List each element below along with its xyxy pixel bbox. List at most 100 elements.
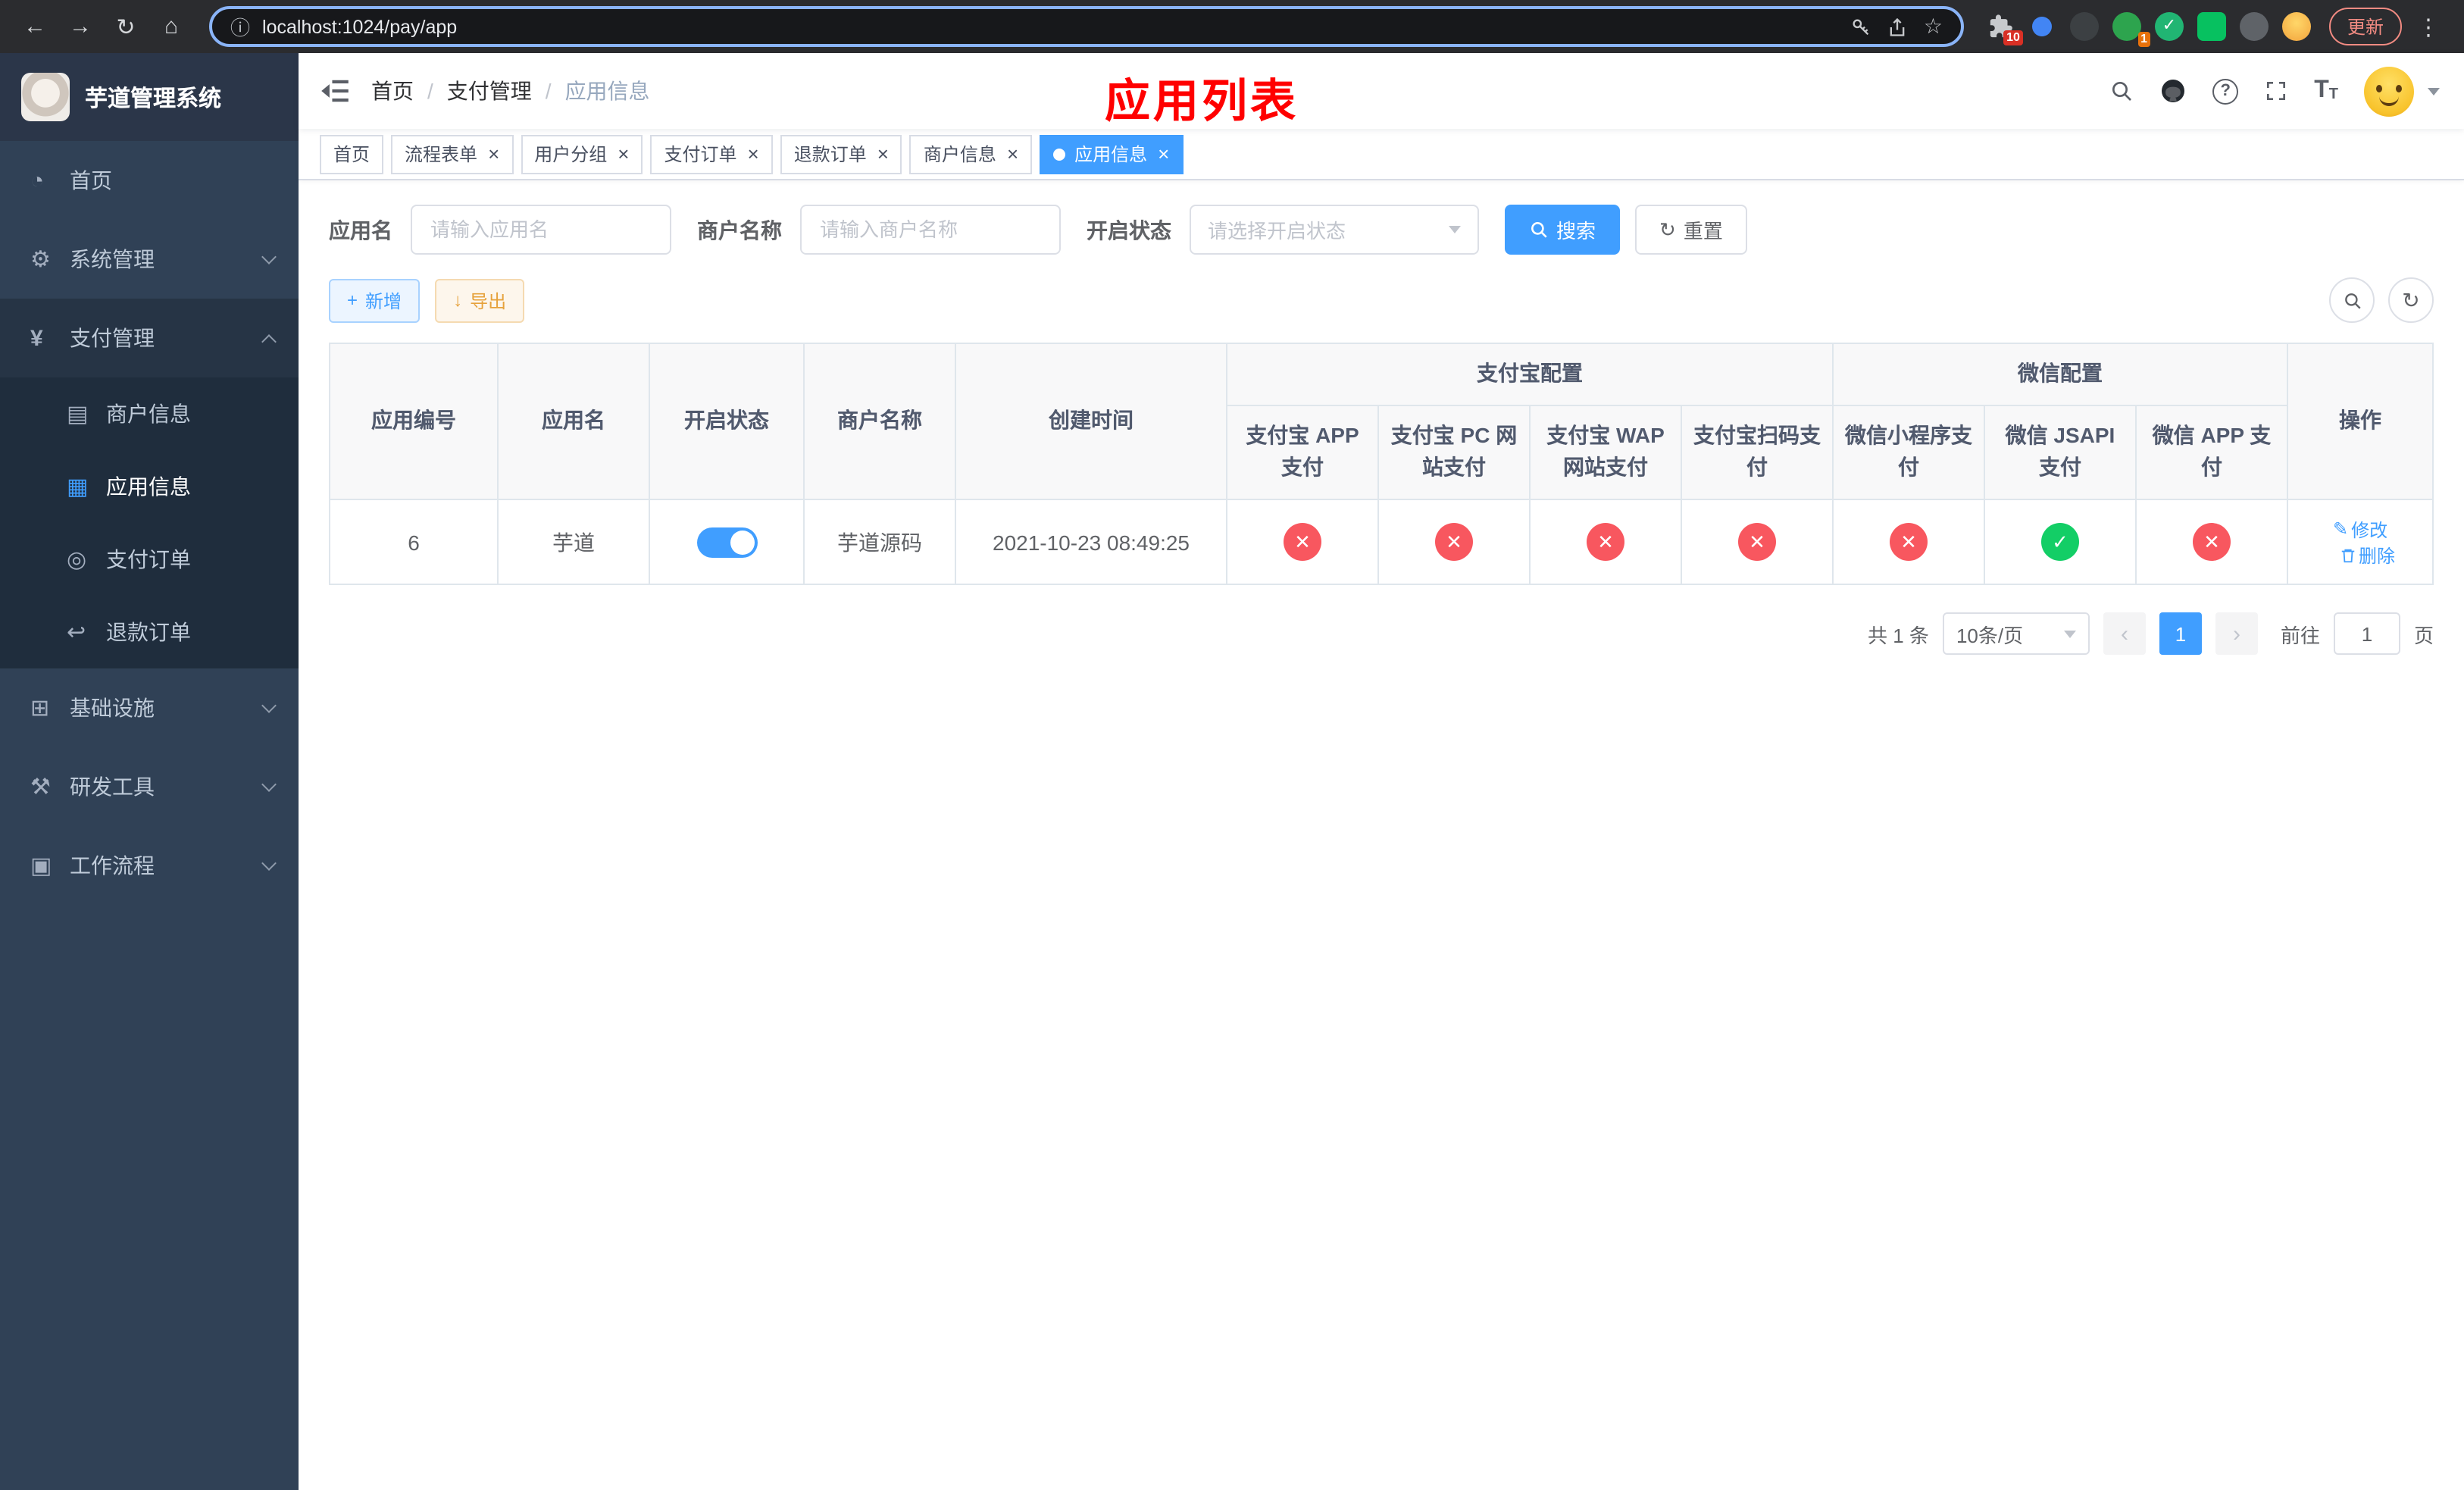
col-group-wechat: 微信配置 [1831,343,2289,406]
sidebar-item-system[interactable]: ⚙ 系统管理 [0,220,299,299]
extension-icon[interactable] [2197,12,2226,41]
sidebar-item-label: 商户信息 [106,402,191,426]
sidebar-item-refund-order[interactable]: ↩ 退款订单 [0,596,299,668]
sidebar-item-merchant-info[interactable]: ▤ 商户信息 [0,377,299,450]
order-icon: ◎ [67,547,87,573]
sidebar-item-home[interactable]: ◔ 首页 [0,141,299,220]
password-key-icon[interactable] [1851,16,1872,37]
refresh-table-button[interactable]: ↻ [2388,277,2434,323]
yen-icon: ¥ [30,325,43,351]
browser-toolbar: ← → ↻ ⌂ ⓘ localhost:1024/pay/app ☆ 10 1 … [0,0,2464,53]
breadcrumb-payment[interactable]: 支付管理 [447,76,532,106]
page-size-value: 10条/页 [1956,624,2024,647]
status-toggle[interactable] [696,527,757,558]
goto-page-input[interactable] [2333,612,2400,656]
export-button[interactable]: ↓ 导出 [435,278,525,322]
browser-menu-icon[interactable]: ⋮ [2408,13,2449,40]
avatar-caret-icon[interactable] [2428,87,2440,95]
tab-close-icon[interactable]: × [618,144,629,164]
prev-page-button[interactable]: ‹ [2103,612,2146,656]
merchant-name-input[interactable] [800,205,1061,255]
sidebar-item-workflow[interactable]: ▣ 工作流程 [0,826,299,905]
extension-icon[interactable] [2069,12,2099,41]
tab-close-icon[interactable]: × [748,144,759,164]
add-button-label: 新增 [365,290,402,311]
site-info-icon[interactable]: ⓘ [230,12,250,41]
wechat-jsapi-status-icon: ✓ [2041,523,2079,562]
search-button[interactable]: 搜索 [1505,205,1621,255]
add-button[interactable]: + 新增 [329,278,421,322]
sidebar-item-label: 退款订单 [106,620,191,644]
tab-app-info[interactable]: 应用信息 × [1040,134,1184,174]
extension-icon[interactable]: ✓ [2154,12,2184,41]
app-name-input[interactable] [411,205,671,255]
tab-home[interactable]: 首页 [320,134,384,174]
browser-update-button[interactable]: 更新 [2328,8,2402,45]
tab-user-group[interactable]: 用户分组 × [521,134,643,174]
address-bar[interactable]: ⓘ localhost:1024/pay/app ☆ [209,6,1964,47]
sidebar-item-pay-order[interactable]: ◎ 支付订单 [0,523,299,596]
page-content: 应用名 商户名称 开启状态 请选择开启状态 [299,180,2464,1490]
tab-merchant-info[interactable]: 商户信息 × [909,134,1033,174]
sidebar-item-payment[interactable]: ¥ 支付管理 [0,299,299,377]
sidebar-item-dev-tools[interactable]: ⚒ 研发工具 [0,747,299,826]
sidebar: 芋道管理系统 ◔ 首页 ⚙ 系统管理 ¥ 支付管理 ▤ 商户信息 ▦ 应用信息 … [0,53,299,1490]
toggle-search-button[interactable] [2329,277,2375,323]
tab-label: 用户分组 [534,144,608,165]
goto-prefix: 前往 [2280,624,2320,647]
edit-icon: ✎ [2332,518,2349,540]
breadcrumb-home[interactable]: 首页 [371,76,414,106]
profile-avatar-icon[interactable] [2281,12,2311,41]
extension-badge: 10 [2003,30,2023,45]
sidebar-logo: 芋道管理系统 [0,53,299,141]
tab-pay-order[interactable]: 支付订单 × [650,134,773,174]
page-size-select[interactable]: 10条/页 [1942,612,2090,656]
browser-back-icon[interactable]: ← [15,7,55,46]
search-icon[interactable] [2109,79,2134,103]
workflow-icon: ▣ [30,853,52,879]
extensions-puzzle-icon[interactable]: 10 [1988,14,2023,45]
extension-icon[interactable] [2031,17,2052,36]
chevron-down-icon [261,856,277,871]
sidebar-item-label: 支付订单 [106,547,191,571]
col-header-wechat-jsapi: 微信 JSAPI 支付 [1984,404,2137,501]
sidebar-item-label: 应用信息 [106,474,191,499]
browser-reload-icon[interactable]: ↻ [106,7,145,46]
page-number-1[interactable]: 1 [2159,612,2202,656]
refresh-icon: ↻ [2402,287,2420,311]
tab-close-icon[interactable]: × [1007,144,1018,164]
font-size-icon[interactable]: TT [2314,78,2338,103]
status-select[interactable]: 请选择开启状态 [1190,205,1479,255]
sidebar-item-infrastructure[interactable]: ⊞ 基础设施 [0,668,299,747]
tab-process-form[interactable]: 流程表单 × [391,134,514,174]
sidebar-fold-icon[interactable] [299,79,371,103]
share-icon[interactable] [1887,16,1909,37]
delete-link[interactable]: 删除 [2339,543,2395,568]
browser-home-icon[interactable]: ⌂ [152,7,191,46]
edit-link[interactable]: ✎ 修改 [2333,517,2387,543]
extension-icon[interactable] [2239,12,2269,41]
tab-label: 应用信息 [1074,144,1148,165]
help-icon[interactable]: ? [2212,78,2239,104]
fullscreen-icon[interactable] [2264,79,2288,103]
delete-icon [2340,549,2354,562]
tab-refund-order[interactable]: 退款订单 × [780,134,902,174]
app-grid-icon: ▦ [67,474,89,500]
github-icon[interactable] [2159,77,2187,105]
tab-close-icon[interactable]: × [488,144,499,164]
user-avatar[interactable] [2364,66,2414,116]
browser-forward-icon[interactable]: → [61,7,100,46]
bookmark-star-icon[interactable]: ☆ [1924,14,1943,39]
chevron-down-icon [261,698,277,713]
breadcrumb-current: 应用信息 [564,79,650,103]
extension-icon[interactable]: 1 [2112,12,2150,47]
sidebar-item-label: 基础设施 [70,696,155,720]
tab-close-icon[interactable]: × [877,144,889,164]
tab-close-icon[interactable]: × [1158,144,1169,164]
reset-button[interactable]: ↻ 重置 [1635,205,1747,255]
sidebar-item-app-info[interactable]: ▦ 应用信息 [0,450,299,523]
next-page-button[interactable]: › [2215,612,2258,656]
cell-created: 2021-10-23 08:49:25 [955,499,1227,586]
url-text[interactable]: localhost:1024/pay/app [262,16,1839,37]
col-header-app-id: 应用编号 [329,342,499,501]
